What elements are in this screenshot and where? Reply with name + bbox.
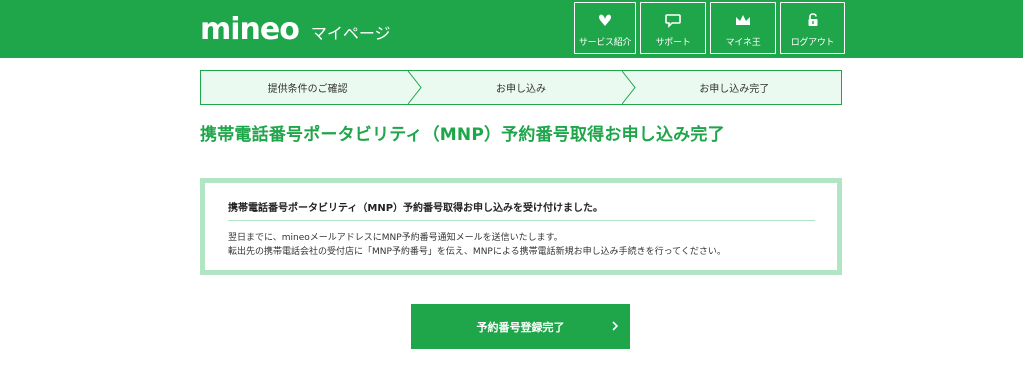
- nav-service-button[interactable]: サービス紹介: [574, 2, 636, 54]
- registration-complete-button[interactable]: 予約番号登録完了: [411, 304, 630, 349]
- chevron-right-icon: [612, 321, 619, 331]
- nav-maineoh-label: マイネ王: [725, 38, 761, 48]
- lock-icon: [803, 10, 823, 30]
- heart-leaf-icon: [595, 10, 615, 30]
- nav-support-label: サポート: [655, 38, 691, 48]
- page-title: 携帯電話番号ポータビリティ（MNP）予約番号取得お申し込み完了: [200, 125, 725, 145]
- step-confirm-conditions: 提供条件のご確認: [201, 71, 422, 104]
- step-complete: お申し込み完了: [628, 71, 841, 104]
- notice-body: 翌日までに、mineoメールアドレスにMNP予約番号通知メールを送信いたします。…: [228, 231, 726, 259]
- notice-line: 転出先の携帯電話会社の受付店に「MNP予約番号」を伝え、MNPによる携帯電話新規…: [228, 247, 726, 257]
- crown-icon: [733, 10, 753, 30]
- chat-bubble-icon: [663, 10, 683, 30]
- mineo-logo[interactable]: mineo マイページ: [200, 13, 391, 51]
- step-label: 提供条件のご確認: [267, 84, 348, 95]
- logo-text: mineo: [200, 12, 300, 47]
- step-label: お申し込み完了: [699, 84, 770, 95]
- completion-notice: 携帯電話番号ポータビリティ（MNP）予約番号取得お申し込みを受け付けました。 翌…: [200, 178, 842, 275]
- step-arrow-icon: [621, 71, 636, 104]
- nav-maineoh-button[interactable]: マイネ王: [710, 2, 776, 54]
- header-nav: サービス紹介 サポート マイネ王 ログアウト: [574, 2, 845, 54]
- step-label: お申し込み: [495, 84, 546, 95]
- mypage-label: マイページ: [310, 24, 391, 43]
- nav-logout-label: ログアウト: [790, 38, 835, 48]
- progress-steps: 提供条件のご確認 お申し込み お申し込み完了: [200, 70, 842, 105]
- step-application: お申し込み: [414, 71, 636, 104]
- registration-complete-label: 予約番号登録完了: [476, 321, 565, 334]
- notice-heading: 携帯電話番号ポータビリティ（MNP）予約番号取得お申し込みを受け付けました。: [228, 199, 815, 221]
- notice-line: 翌日までに、mineoメールアドレスにMNP予約番号通知メールを送信いたします。: [228, 233, 563, 243]
- nav-logout-button[interactable]: ログアウト: [780, 2, 845, 54]
- step-arrow-icon: [408, 71, 422, 104]
- nav-service-label: サービス紹介: [578, 38, 632, 48]
- nav-support-button[interactable]: サポート: [640, 2, 706, 54]
- site-header: mineo マイページ サービス紹介 サポート マイネ王 ログアウト: [0, 0, 1023, 58]
